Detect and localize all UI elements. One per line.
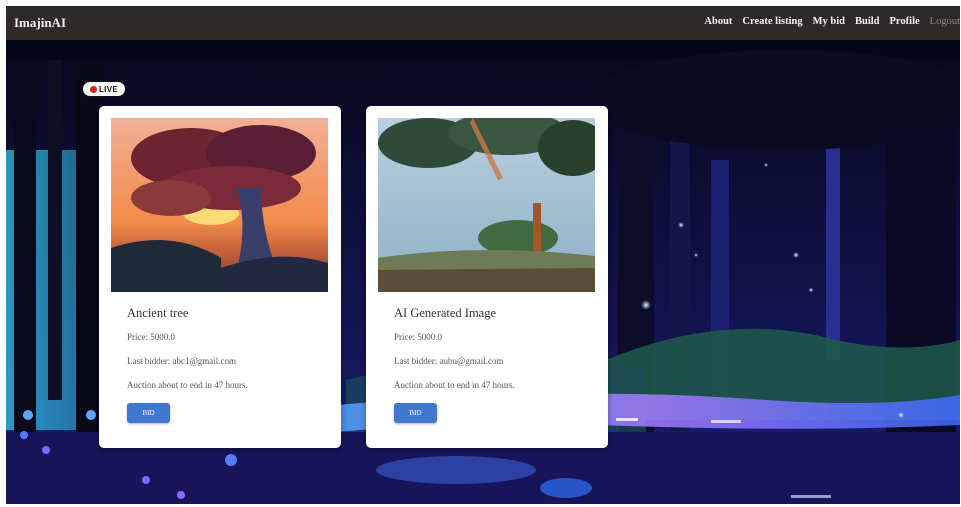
nav-profile[interactable]: Profile (890, 16, 920, 27)
brand-logo[interactable]: ImajinAI (14, 15, 66, 31)
listing-image-ancient-tree[interactable] (111, 118, 328, 292)
nav-build[interactable]: Build (855, 16, 880, 27)
live-badge-label: LIVE (99, 84, 118, 94)
listing-auction-status: Auction about to end in 47 hours. (394, 380, 515, 390)
live-dot-icon (90, 85, 97, 93)
listing-card: Ancient tree Price: 5000.0 Last bidder: … (99, 106, 341, 448)
listing-title: Ancient tree (127, 306, 189, 320)
listing-price: Price: 5000.0 (127, 332, 175, 342)
listing-price: Price: 5000.0 (394, 332, 442, 342)
live-badge: LIVE (82, 81, 126, 97)
navbar: ImajinAI About Create listing My bid Bui… (6, 6, 960, 40)
nav-my-bid[interactable]: My bid (813, 16, 845, 27)
listing-last-bidder: Last bidder: aubu@gmail.com (394, 356, 504, 366)
nav-links: About Create listing My bid Build Profil… (704, 16, 960, 27)
listing-card: AI Generated Image Price: 5000.0 Last bi… (366, 106, 608, 448)
bid-button[interactable]: BID (394, 403, 437, 423)
nav-create-listing[interactable]: Create listing (742, 16, 802, 27)
listing-title: AI Generated Image (394, 306, 497, 320)
listing-last-bidder: Last bidder: abc1@gmail.com (127, 356, 237, 366)
nav-about[interactable]: About (704, 16, 732, 27)
nav-logout[interactable]: Logout (930, 16, 960, 27)
app-frame: ImajinAI About Create listing My bid Bui… (6, 6, 960, 504)
listing-image-ai-generated[interactable] (378, 118, 595, 292)
bid-button[interactable]: BID (127, 403, 170, 423)
listing-auction-status: Auction about to end in 47 hours. (127, 380, 248, 390)
